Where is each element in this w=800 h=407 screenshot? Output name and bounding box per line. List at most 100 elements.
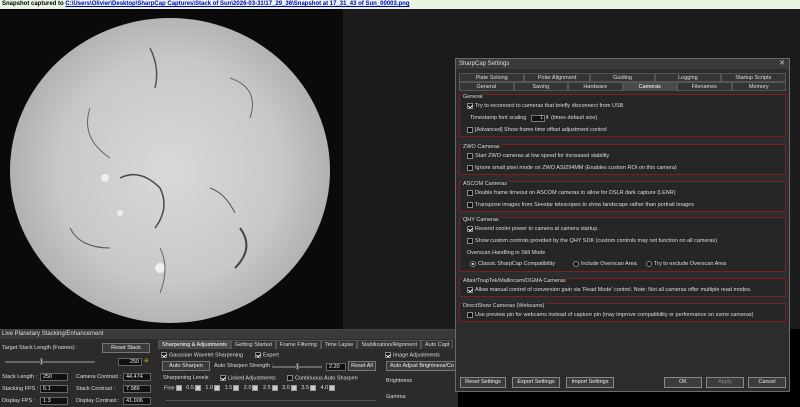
level-3-0-checkbox[interactable] (290, 385, 297, 391)
ascom-double-timeout-checkbox[interactable]: Double frame timeout on ASCOM cameras to… (467, 189, 676, 197)
radio-exclude-label: Try to exclude Overscan Area (654, 261, 727, 267)
ok-button[interactable]: OK (664, 377, 702, 388)
directshow-group-title: DirectShow Cameras (Webcams) (462, 303, 546, 309)
tab-polar-alignment[interactable]: Polar Alignment (524, 73, 590, 82)
directshow-group: DirectShow Cameras (Webcams) Use preview… (459, 303, 786, 322)
linked-adjustments-checkbox[interactable]: Linked Adjustments (220, 375, 276, 381)
tab-filenames[interactable]: Filenames (677, 82, 732, 91)
dialog-title: SharpCap Settings (456, 59, 789, 69)
zwo-group-title: ZWO Cameras (462, 144, 501, 150)
close-icon[interactable]: ✕ (779, 59, 785, 69)
auto-adjust-button[interactable]: Auto Adjust Brightness/Co (386, 361, 458, 371)
reset-all-button[interactable]: Reset All (348, 361, 376, 371)
snapshot-path-link[interactable]: C:\Users\Olivier\Desktop\SharpCap Captur… (65, 1, 409, 7)
qhy-resend-checkbox[interactable]: Resend cooler power to camera at camera … (467, 225, 599, 233)
altair-allow-checkbox[interactable]: Allow manual control of conversion gain … (467, 286, 752, 294)
linked-label: Linked Adjustments (228, 375, 276, 382)
level-1-0-checkbox[interactable] (214, 385, 221, 391)
reconnect-check-icon (467, 102, 473, 109)
general-group: General Try to reconnect to cameras that… (459, 94, 786, 137)
fine-levels-row: Fine 0.5 1.0 1.5 2.0 2.5 3.0 3.5 4.0 (164, 385, 336, 392)
level-1-5-checkbox[interactable] (233, 385, 240, 391)
gaussian-sharpening-checkbox[interactable]: Gaussian Wavelet Sharpening (161, 352, 243, 358)
ascom-double-label: Double frame timeout on ASCOM cameras to… (475, 190, 676, 196)
level-2-0-checkbox[interactable] (252, 385, 259, 391)
import-settings-button[interactable]: Import Settings (566, 377, 614, 388)
snapshot-status-bar: Snapshot captured to C:\Users\Olivier\De… (0, 0, 800, 9)
tab-stabilization-alignment[interactable]: Stabilization/Alignment (357, 340, 421, 349)
tab-guiding[interactable]: Guiding (589, 73, 656, 82)
target-stack-slider[interactable] (5, 361, 95, 363)
level-3-5-checkbox[interactable] (310, 385, 317, 391)
tab-getting-started[interactable]: Getting Started (230, 340, 276, 349)
overscan-radio-exclude[interactable]: Try to exclude Overscan Area (646, 260, 726, 268)
ascom-transpose-label: Transpose images from Seestar telescopes… (475, 202, 694, 208)
tab-time-lapse[interactable]: Time Lapse (320, 340, 358, 349)
zwo-low-speed-label: Start ZWO cameras at low speed for incre… (475, 153, 610, 159)
cancel-button[interactable]: Cancel (748, 377, 786, 388)
radio-include-icon (573, 260, 579, 267)
target-stack-spinner-icon[interactable]: ⊕ (144, 358, 149, 364)
auto-strength-slider-knob[interactable] (296, 363, 299, 370)
expert-check-icon (255, 352, 261, 358)
tab-hardware[interactable]: Hardware (568, 82, 623, 91)
tab-general[interactable]: General (459, 82, 514, 91)
stack-contrast-label: Stack Contrast : (76, 386, 116, 392)
auto-strength-input[interactable]: 2.20 (326, 363, 346, 371)
tab-saving[interactable]: Saving (513, 82, 568, 91)
zwo-ignore-roi-checkbox[interactable]: Ignore small pixel mode on ZWO ASI294MM … (467, 164, 677, 172)
level-1-5-label: 1.5 (224, 385, 233, 392)
image-adjust-check-icon (385, 352, 391, 358)
export-settings-button[interactable]: Export Settings (512, 377, 560, 388)
tab-memory[interactable]: Memory (731, 82, 786, 91)
qhy-custom-controls-checkbox[interactable]: Show custom controls provided by the QHY… (467, 237, 717, 245)
level-2-5-checkbox[interactable] (271, 385, 278, 391)
tab-plate-solving[interactable]: Plate Solving (459, 73, 525, 82)
zwo-ignore-roi-label: Ignore small pixel mode on ZWO ASI294MM … (475, 165, 677, 171)
overscan-radio-classic[interactable]: Classic SharpCap Compatibility (470, 260, 555, 268)
apply-button[interactable]: Apply (706, 377, 744, 388)
level-2-5-label: 2.5 (262, 385, 271, 392)
tab-logging[interactable]: Logging (655, 73, 721, 82)
level-4-0-checkbox[interactable] (329, 385, 336, 391)
image-adjustments-checkbox[interactable]: Image Adjustments (385, 352, 440, 358)
stacking-fps-value: 6.1 (40, 385, 68, 393)
qhy-group: QHY Cameras Resend cooler power to camer… (459, 217, 786, 272)
overscan-radio-include[interactable]: Include Overscan Area (573, 260, 637, 268)
target-stack-input[interactable]: 250 (118, 358, 142, 366)
advanced-offset-checkbox[interactable]: [Advanced] Show frame time offset adjust… (467, 126, 607, 134)
timestamp-input[interactable]: 1 (530, 115, 545, 122)
tab-sharpening-adjustments[interactable]: Sharpening & Adjustments (158, 340, 231, 349)
radio-exclude-icon (646, 260, 652, 267)
ascom-transpose-checkbox[interactable]: Transpose images from Seestar telescopes… (467, 201, 694, 209)
tab-startup-scripts[interactable]: Startup Scripts (720, 73, 787, 82)
radio-classic-icon (470, 260, 476, 267)
fine-level-checkbox[interactable] (175, 385, 182, 391)
target-stack-slider-knob[interactable] (40, 358, 43, 365)
timestamp-scaling-row: Timestamp font scaling 1 ⬍ (times default… (470, 114, 597, 122)
ascom-transpose-check-icon (467, 201, 473, 208)
display-contrast-value: 41.006 (123, 397, 151, 405)
level-0-5-label: 0.5 (186, 385, 194, 392)
tab-auto-capture[interactable]: Auto Capt (421, 340, 454, 349)
expert-checkbox[interactable]: Expert (255, 352, 279, 358)
qhy-group-title: QHY Cameras (462, 217, 500, 223)
level-0-5-checkbox[interactable] (194, 385, 201, 391)
tab-cameras[interactable]: Cameras (622, 82, 677, 91)
zwo-low-speed-checkbox[interactable]: Start ZWO cameras at low speed for incre… (467, 152, 609, 160)
continuous-auto-sharpen-checkbox[interactable]: Continuous Auto Sharpen (287, 375, 358, 381)
tab-frame-filtering[interactable]: Frame Filtering (275, 340, 321, 349)
ascom-group-title: ASCOM Cameras (462, 181, 509, 187)
directshow-preview-checkbox[interactable]: Use preview pin for webcams instead of c… (467, 311, 753, 319)
reconnect-checkbox[interactable]: Try to reconnect to cameras that briefly… (467, 102, 623, 110)
reset-stack-button[interactable]: Reset Stack (102, 343, 150, 353)
timestamp-spinner-icon[interactable]: ⬍ (545, 115, 550, 121)
auto-sharpen-button[interactable]: Auto Sharpen (162, 361, 210, 371)
altair-group: Altair/ToupTek/Mallincam/OGMA Cameras Al… (459, 278, 786, 297)
directshow-preview-label: Use preview pin for webcams instead of c… (475, 312, 754, 318)
dialog-tabs-row1: Plate Solving Polar Alignment Guiding Lo… (459, 73, 787, 82)
reset-settings-button[interactable]: Reset Settings (460, 377, 506, 388)
brightness-label: Brightness (386, 378, 412, 384)
sun-image (10, 18, 330, 323)
levels-slider-track[interactable] (166, 400, 376, 401)
